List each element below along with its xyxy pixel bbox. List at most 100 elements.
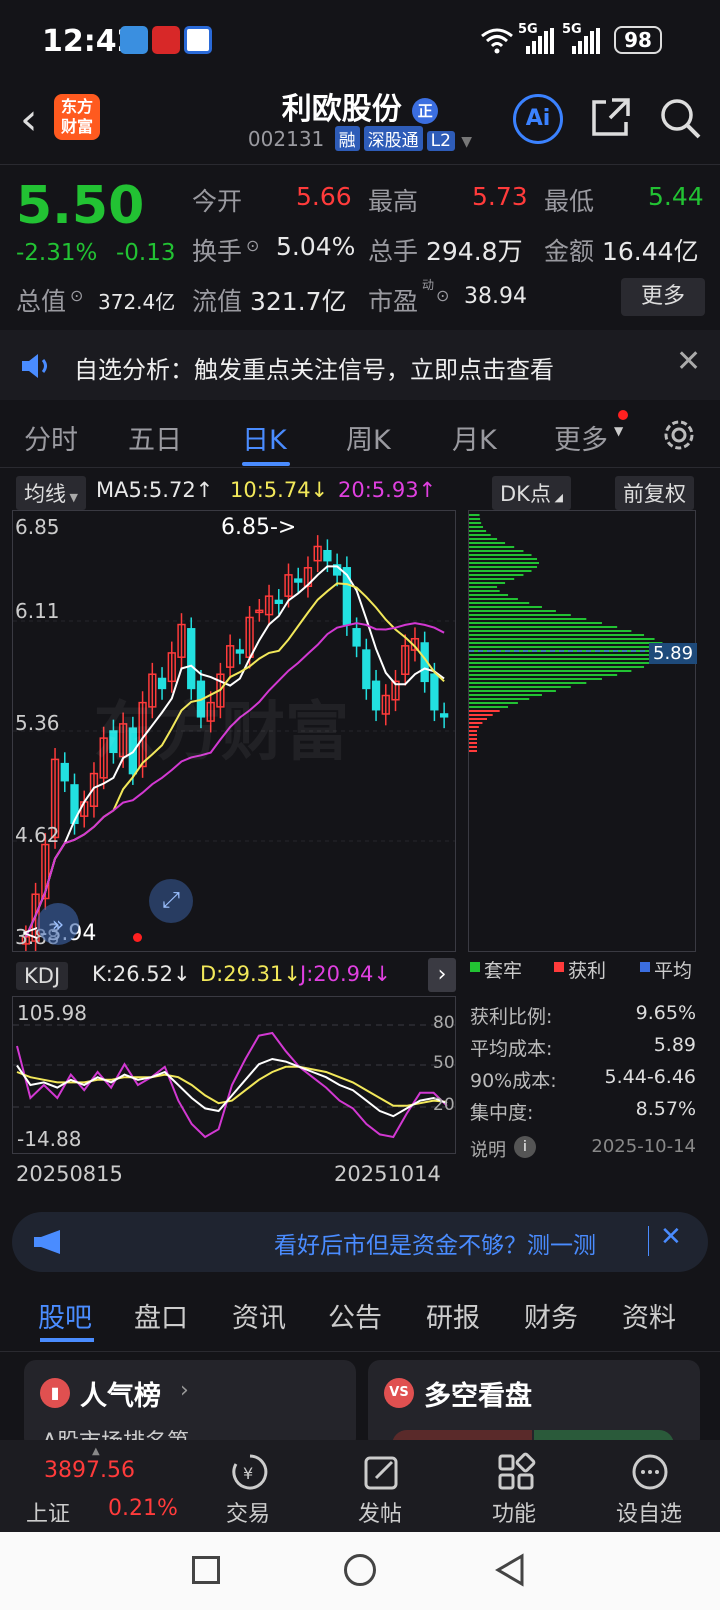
low-label: 最低 <box>544 187 595 216</box>
close-icon[interactable]: ✕ <box>676 344 701 379</box>
tab-finance[interactable]: 财务 <box>524 1296 578 1335</box>
settings-icon[interactable] <box>660 416 698 454</box>
tab-orderbook[interactable]: 盘口 <box>134 1296 188 1335</box>
pe-sup: 动 <box>422 278 435 292</box>
kdj-d: D:29.31↓ <box>200 962 301 986</box>
period-tabs: 分时 五日 日K 周K 月K 更多 ▼ <box>0 404 720 468</box>
mcap-label: 总值 <box>16 287 67 316</box>
back-nav-icon[interactable] <box>494 1552 526 1588</box>
info-icon[interactable]: ⊙ <box>436 286 449 305</box>
open-label: 今开 <box>192 187 243 216</box>
info-icon[interactable]: ⊙ <box>246 236 259 255</box>
tab-research[interactable]: 研报 <box>426 1296 480 1335</box>
amount-value: 16.44亿 <box>602 237 699 266</box>
tab-five-day[interactable]: 五日 <box>128 418 182 457</box>
chip-plot <box>469 514 695 752</box>
watermark: 东方财富 <box>93 696 349 770</box>
chevron-down-icon: ▼ <box>66 491 78 504</box>
kline-chart[interactable]: 东方财富 6.85 6.11 5.36 4.62 3.88 6.85-> <-3… <box>12 510 456 952</box>
tab-news[interactable]: 资讯 <box>232 1296 286 1335</box>
tab-more[interactable]: 更多 <box>554 418 608 457</box>
post-icon[interactable] <box>362 1452 402 1492</box>
nav-post[interactable]: 发帖 <box>358 1496 402 1528</box>
legend-profit: 获利 <box>568 960 607 982</box>
adjust-button[interactable]: 前复权 <box>615 476 694 510</box>
recents-icon[interactable] <box>192 1556 220 1584</box>
tab-forum[interactable]: 股吧 <box>38 1296 92 1335</box>
amount-label: 金额 <box>544 237 595 266</box>
expand-left-icon[interactable]: » <box>37 903 79 945</box>
max-annotation: 6.85-> <box>221 515 297 540</box>
stat-value: 9.65% <box>635 1002 696 1024</box>
kdj-chart[interactable]: 105.98 -14.88 80 50 20 <box>12 996 456 1154</box>
tab-announcements[interactable]: 公告 <box>328 1296 382 1335</box>
tab-weekly-k[interactable]: 周K <box>346 418 391 457</box>
fullscreen-icon[interactable]: ⤢ <box>149 879 193 923</box>
float-value: 321.7亿 <box>250 287 347 316</box>
bottom-navbar: 3897.56 上证 0.21% ▲ ¥ 交易 发帖 功能 设自选 <box>0 1440 720 1532</box>
tab-intraday[interactable]: 分时 <box>24 418 78 457</box>
nav-function[interactable]: 功能 <box>492 1496 536 1528</box>
search-icon[interactable] <box>658 96 702 140</box>
index-value[interactable]: 3897.56 <box>44 1458 135 1483</box>
date-start: 20250815 <box>16 1162 123 1186</box>
ai-button[interactable]: Ai <box>513 94 563 144</box>
legend-average: 平均 <box>654 960 693 982</box>
info-icon[interactable]: i <box>514 1136 536 1158</box>
tab-monthly-k[interactable]: 月K <box>452 418 497 457</box>
long-short-card[interactable]: VS 多空看盘 <box>368 1360 700 1450</box>
nav-add-watchlist[interactable]: 设自选 <box>616 1496 682 1528</box>
marker-dot <box>133 933 142 942</box>
ad-banner[interactable]: 看好后市但是资金不够？测一测 ✕ <box>12 1212 708 1272</box>
svg-text:¥: ¥ <box>243 1464 253 1483</box>
signal-banner[interactable]: 自选分析：触发重点关注信号，立即点击查看 ✕ <box>0 330 720 400</box>
candle-body <box>235 649 245 654</box>
wifi-icon <box>481 28 513 54</box>
kdj-k: K:26.52↓ <box>92 962 191 986</box>
tab-daily-k[interactable]: 日K <box>242 418 287 457</box>
signal-icon <box>572 28 600 54</box>
ma-selector[interactable]: 均线 ▼ <box>16 476 86 510</box>
more-button[interactable]: 更多 <box>621 278 705 316</box>
chevron-right-icon[interactable]: › <box>428 958 456 992</box>
nav-trade[interactable]: 交易 <box>226 1496 270 1528</box>
candle-body <box>352 628 361 647</box>
y-label-top: 6.85 <box>15 515 60 539</box>
kdj-y-bottom: -14.88 <box>17 1127 82 1151</box>
info-icon[interactable]: ⊙ <box>70 286 83 305</box>
turnover-label: 换手 <box>192 237 243 266</box>
change-value: -0.13 <box>116 240 176 266</box>
kdj-selector[interactable]: KDJ <box>16 962 69 990</box>
y-label: 5.36 <box>15 711 60 735</box>
stock-name: 利欧股份 <box>281 92 402 127</box>
kdj-level-50: 50 <box>433 1053 455 1073</box>
kdj-level-20: 20 <box>433 1095 455 1115</box>
function-icon[interactable] <box>496 1452 536 1492</box>
chip-date: 2025-10-14 <box>591 1136 696 1157</box>
high-label: 最高 <box>368 187 419 216</box>
trade-icon[interactable]: ¥ <box>230 1452 270 1492</box>
stat-value: 5.89 <box>653 1034 696 1056</box>
card-title: 多空看盘 <box>424 1381 532 1412</box>
popularity-card[interactable]: ▮ 人气榜 › A股市场排名第 <box>24 1360 356 1450</box>
index-name[interactable]: 上证 <box>26 1496 70 1528</box>
low-value: 5.44 <box>648 182 704 211</box>
chevron-down-icon[interactable]: ▼ <box>461 134 472 150</box>
candle-body <box>274 599 283 605</box>
dk-point-label: DK点 <box>500 482 551 506</box>
chip-distribution[interactable]: 5.89 <box>468 510 698 952</box>
candle-body <box>294 578 303 583</box>
watchlist-icon[interactable] <box>630 1452 670 1492</box>
tab-profile[interactable]: 资料 <box>622 1296 676 1335</box>
close-icon[interactable]: ✕ <box>660 1222 682 1252</box>
share-icon[interactable] <box>590 96 632 138</box>
dk-point-button[interactable]: DK点 ◢ <box>492 476 571 510</box>
tab-indicator <box>242 462 290 466</box>
note-label[interactable]: 说明 <box>470 1136 506 1162</box>
chart-icon: ▮ <box>40 1378 70 1408</box>
index-pct[interactable]: 0.21% <box>108 1496 178 1521</box>
float-label: 流值 <box>192 287 243 316</box>
connect-tag: 深股通 <box>363 126 423 151</box>
home-icon[interactable] <box>344 1554 376 1586</box>
candle-body <box>323 549 332 562</box>
